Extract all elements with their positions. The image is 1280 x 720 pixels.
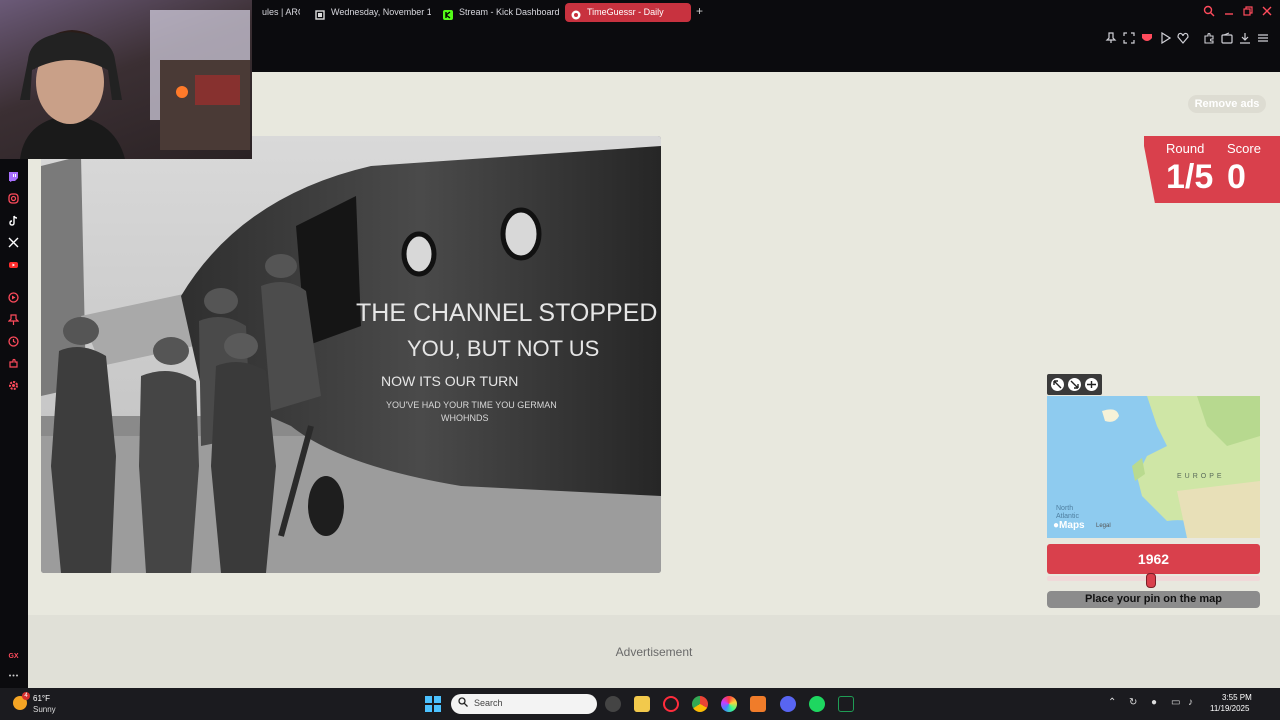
close-icon[interactable] [1260, 5, 1274, 19]
extensions-icon[interactable] [1203, 32, 1215, 44]
excel-icon[interactable] [838, 696, 854, 712]
calendar-icon [315, 8, 325, 20]
volume-icon[interactable]: ♪ [1188, 697, 1193, 708]
round-value: 1/5 [1166, 158, 1214, 196]
gx-icon[interactable]: GX [7, 650, 20, 663]
weather-condition[interactable]: Sunny [33, 705, 56, 714]
clock-date[interactable]: 11/19/2025 [1210, 704, 1249, 713]
advertisement-label: Advertisement [615, 645, 693, 659]
tab-calendar[interactable]: Wednesday, November 1 [309, 3, 431, 22]
search-placeholder: Search [474, 698, 503, 708]
round-photo: THE CHANNEL STOPPED YOU, BUT NOT US NOW … [41, 136, 661, 573]
shrink-map-icon[interactable] [1068, 378, 1081, 391]
tray-chevron-icon[interactable]: ⌃ [1108, 697, 1116, 708]
restore-icon[interactable] [1241, 5, 1255, 19]
file-explorer-icon[interactable] [634, 696, 650, 712]
chrome-icon[interactable] [692, 696, 708, 712]
menu-icon[interactable] [1257, 32, 1269, 44]
search-tabs-icon[interactable] [1202, 5, 1216, 19]
start-button[interactable] [425, 696, 441, 712]
place-pin-button[interactable]: Place your pin on the map [1047, 591, 1260, 608]
new-tab-button[interactable]: + [693, 5, 706, 18]
browser-sidebar: GX [0, 72, 28, 688]
map-controls [1047, 374, 1102, 395]
webcam-overlay [0, 0, 252, 159]
download-icon[interactable] [1239, 32, 1251, 44]
chalk-line-1: THE CHANNEL STOPPED [356, 299, 657, 327]
opera-gx-icon[interactable] [663, 696, 679, 712]
weather-temperature[interactable]: 61°F [33, 694, 50, 703]
pin-icon[interactable] [1105, 32, 1117, 44]
pin-map-icon[interactable] [1085, 378, 1098, 391]
spotify-icon[interactable] [809, 696, 825, 712]
map-brand-label: Maps [1059, 520, 1085, 531]
chalk-line-3: NOW ITS OUR TURN [381, 373, 518, 389]
network-icon[interactable]: ▭ [1171, 697, 1180, 708]
tab-label: Stream - Kick Dashboard [459, 7, 559, 17]
guess-map[interactable]: EUROPE North Atlantic ●Maps Legal [1047, 396, 1260, 538]
shield-icon[interactable] [1141, 32, 1153, 44]
history-icon[interactable] [7, 336, 20, 349]
x-icon[interactable] [7, 237, 20, 250]
color-app-icon[interactable] [721, 696, 737, 712]
sync-icon[interactable]: ↻ [1129, 697, 1137, 708]
timeguessr-page: Remove ads THE CHANNEL STOPPED YOU, BUT … [28, 72, 1280, 688]
score-label: Score [1227, 141, 1261, 156]
round-label: Round [1166, 141, 1205, 156]
expand-map-icon[interactable] [1051, 378, 1064, 391]
copilot-icon[interactable] [605, 696, 621, 712]
apple-maps-logo: ●Maps [1053, 520, 1085, 531]
map-region-label: EUROPE [1177, 473, 1225, 480]
heart-icon[interactable] [1177, 32, 1189, 44]
map-ocean-label: North Atlantic [1056, 505, 1079, 520]
remove-ads-button[interactable]: Remove ads [1188, 95, 1266, 113]
year-display: 1962 [1047, 544, 1260, 574]
kick-icon [443, 8, 453, 20]
tiktok-icon[interactable] [7, 215, 20, 228]
tab-label: TimeGuessr - Daily [587, 7, 664, 17]
tab-label: ules | ARC R [262, 7, 300, 17]
wallet-icon[interactable] [1221, 32, 1233, 44]
tab-label: Wednesday, November 1 [331, 7, 431, 17]
score-panel: Round Score 1/5 0 [1144, 136, 1280, 203]
chalk-line-4: YOU'VE HAD YOUR TIME YOU GERMAN [386, 400, 557, 410]
instagram-icon[interactable] [7, 193, 20, 206]
map-legal-link[interactable]: Legal [1096, 523, 1111, 529]
weather-badge: 4 [22, 692, 30, 700]
screenshot-icon[interactable] [1123, 32, 1135, 44]
pin-icon[interactable] [7, 314, 20, 327]
globe-icon [571, 8, 581, 20]
year-slider-thumb[interactable] [1146, 573, 1157, 588]
minimize-icon[interactable] [1222, 5, 1236, 19]
settings-icon[interactable] [7, 380, 20, 393]
clock-time[interactable]: 3:55 PM [1222, 693, 1252, 702]
chalk-line-5: WHOHNDS [441, 413, 489, 423]
score-value: 0 [1227, 158, 1246, 196]
search-icon [458, 697, 468, 710]
tab-kick-dashboard[interactable]: Stream - Kick Dashboard [437, 3, 559, 22]
youtube-icon[interactable] [7, 259, 20, 272]
taskbar-search[interactable]: Search [451, 694, 597, 714]
twitch-icon[interactable] [7, 171, 20, 184]
player-icon[interactable] [7, 292, 20, 305]
more-icon[interactable] [7, 670, 20, 683]
windows-taskbar: 4 61°F Sunny Search ⌃ ↻ ● ▭ ♪ 3:55 PM 11… [0, 688, 1280, 720]
extensions-icon[interactable] [7, 358, 20, 371]
discord-icon[interactable] [780, 696, 796, 712]
vlc-icon[interactable] [750, 696, 766, 712]
play-icon[interactable] [1159, 31, 1172, 45]
microphone-icon[interactable]: ● [1151, 697, 1157, 708]
chalk-line-2: YOU, BUT NOT US [407, 336, 599, 361]
tab-timeguessr[interactable]: TimeGuessr - Daily [565, 3, 691, 22]
